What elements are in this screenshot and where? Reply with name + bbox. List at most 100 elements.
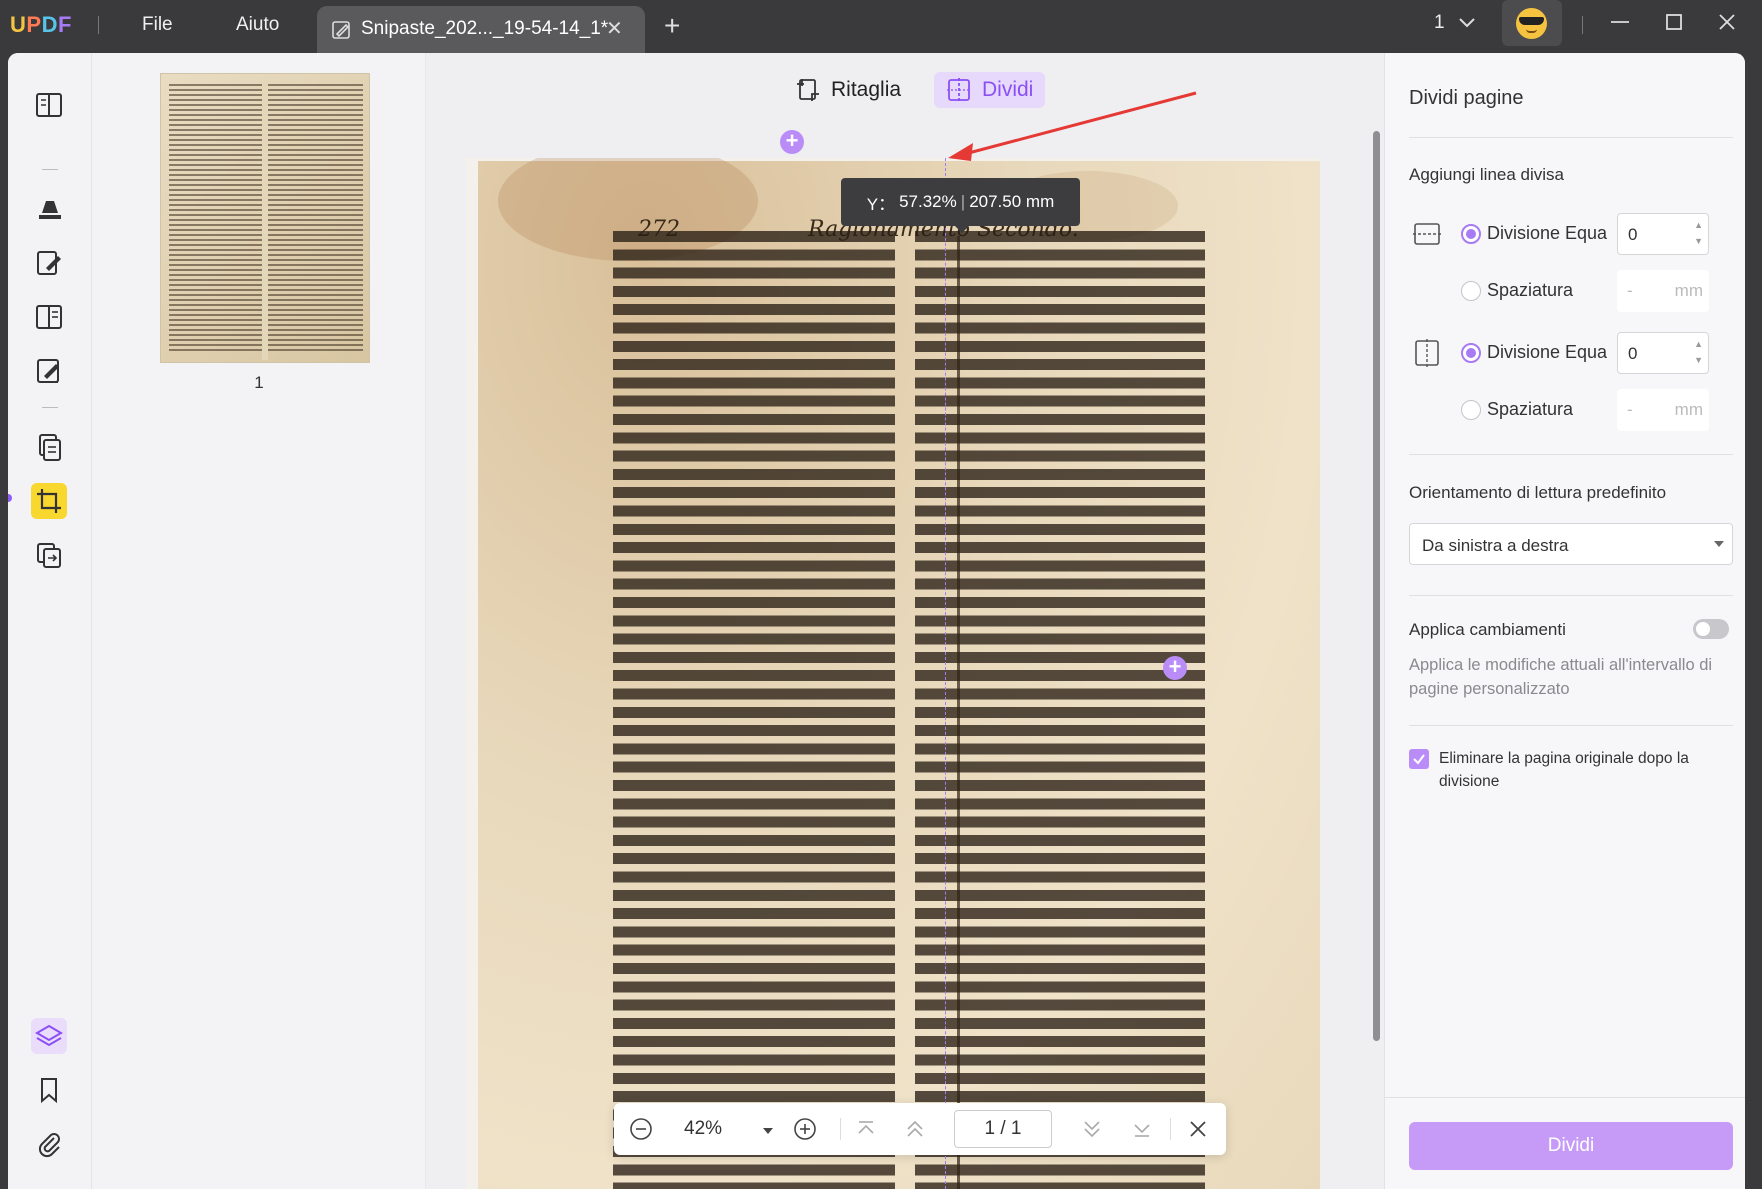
dropdown-arrow-icon (1714, 541, 1724, 547)
page-number-input[interactable]: 1 / 1 (954, 1110, 1052, 1148)
horizontal-split-icon (1412, 219, 1442, 254)
zoom-level[interactable]: 42% (684, 1118, 722, 1140)
edit-text-icon[interactable] (31, 245, 67, 281)
edit-pencil-icon (331, 19, 353, 46)
text-column-left (613, 231, 895, 1189)
page-gutter (957, 236, 960, 1189)
user-avatar-button[interactable] (1502, 0, 1562, 46)
document-viewer: Ritaglia Dividi 272 Ragionamento Secondo… (426, 53, 1384, 1189)
panel-title: Dividi pagine (1409, 87, 1524, 109)
attachment-icon[interactable] (31, 1126, 67, 1162)
zoom-dropdown-icon[interactable] (762, 1123, 774, 1141)
scanned-page-image: 272 Ragionamento Secondo. (478, 158, 1320, 1189)
split-guide-line[interactable] (945, 158, 946, 1189)
stepper-down-icon[interactable]: ▼ (1694, 236, 1703, 246)
layers-icon[interactable] (31, 1018, 67, 1054)
zoom-separator (840, 1118, 841, 1140)
vertical-spacing-unit: mm (1674, 400, 1703, 419)
reader-mode-icon[interactable] (31, 87, 67, 123)
panel-divider (1409, 725, 1733, 726)
horizontal-equal-label: Divisione Equa (1487, 223, 1608, 243)
window-page-selector[interactable]: 1 (1434, 12, 1445, 34)
bookmark-icon[interactable] (31, 1072, 67, 1108)
stepper-up-icon[interactable]: ▲ (1694, 339, 1703, 349)
active-indicator-dot (8, 494, 12, 502)
document-tab[interactable]: Snipaste_202..._19-54-14_1* ✕ (317, 6, 645, 53)
reading-orientation-select[interactable]: Da sinistra a destra (1409, 523, 1733, 565)
split-pages-panel: Dividi pagine Aggiungi linea divisa Divi… (1384, 53, 1745, 1189)
avatar (1516, 8, 1547, 39)
vertical-split-icon (1412, 338, 1442, 373)
convert-icon[interactable] (31, 537, 67, 573)
title-separator-2 (1582, 16, 1583, 34)
panel-footer: Dividi (1385, 1097, 1745, 1189)
add-vertical-line-handle[interactable]: + (1163, 656, 1187, 680)
reading-orientation-heading: Orientamento di lettura predefinito (1409, 483, 1667, 502)
split-submit-button[interactable]: Dividi (1409, 1122, 1733, 1170)
horizontal-spacing-value: - (1627, 281, 1633, 300)
zoom-in-icon[interactable] (792, 1116, 818, 1147)
previous-page-icon[interactable] (903, 1116, 927, 1147)
organize-pages-icon[interactable] (31, 429, 67, 465)
crop-pages-icon[interactable] (31, 483, 67, 519)
apply-changes-description: Applica le modifiche attuali all'interva… (1409, 656, 1713, 698)
title-separator (98, 16, 99, 34)
maximize-icon[interactable] (1662, 10, 1686, 39)
vertical-spacing-radio[interactable] (1461, 400, 1481, 420)
vertical-equal-value: 0 (1628, 344, 1638, 363)
red-annotation-arrow (948, 91, 1197, 161)
horizontal-equal-radio[interactable] (1461, 224, 1481, 244)
reading-orientation-value: Da sinistra a destra (1422, 536, 1569, 555)
main-window: 1 Ritaglia Dividi 272 Ragionamento Secon… (8, 53, 1745, 1189)
page-thumbnail[interactable] (160, 73, 370, 363)
panel-divider (1409, 137, 1733, 138)
stepper-down-icon[interactable]: ▼ (1694, 355, 1703, 365)
horizontal-spacing-unit: mm (1674, 281, 1703, 300)
menu-help[interactable]: Aiuto (236, 14, 279, 36)
last-page-icon[interactable] (1130, 1116, 1154, 1147)
document-page[interactable]: 272 Ragionamento Secondo. (466, 158, 1320, 1189)
add-line-heading: Aggiungi linea divisa (1409, 165, 1564, 184)
thumbnail-panel: 1 (92, 53, 426, 1189)
chevron-down-icon[interactable] (1458, 16, 1476, 34)
delete-original-checkbox[interactable] (1409, 749, 1429, 769)
vertical-equal-radio[interactable] (1461, 343, 1481, 363)
zoom-out-icon[interactable] (628, 1116, 654, 1147)
apply-changes-toggle[interactable] (1693, 619, 1729, 639)
horizontal-equal-input[interactable]: 0 ▲ ▼ (1617, 213, 1709, 255)
panel-divider (1409, 595, 1733, 596)
tab-close-icon[interactable]: ✕ (606, 16, 623, 41)
thumbnail-page-number: 1 (254, 373, 264, 392)
first-page-icon[interactable] (854, 1116, 878, 1147)
close-window-icon[interactable] (1715, 10, 1739, 39)
toolbar-divider (42, 407, 58, 408)
left-toolbar (8, 53, 92, 1189)
panel-divider (1409, 454, 1733, 455)
vertical-equal-input[interactable]: 0 ▲ ▼ (1617, 332, 1709, 374)
horizontal-spacing-label: Spaziatura (1487, 280, 1574, 300)
vertical-scrollbar[interactable] (1373, 131, 1380, 1041)
apply-changes-label: Applica cambiamenti (1409, 620, 1566, 639)
vertical-spacing-input[interactable]: - mm (1617, 389, 1709, 431)
sign-icon[interactable] (31, 353, 67, 389)
next-page-icon[interactable] (1080, 1116, 1104, 1147)
tab-title: Snipaste_202..._19-54-14_1* (361, 18, 609, 39)
vertical-equal-label: Divisione Equa (1487, 342, 1608, 362)
zoom-toolbar: 42% 1 / 1 (614, 1103, 1226, 1155)
vertical-spacing-value: - (1627, 400, 1633, 419)
highlighter-icon[interactable] (31, 190, 67, 226)
zoom-separator (1170, 1118, 1171, 1140)
delete-original-label: Eliminare la pagina originale dopo la di… (1439, 750, 1689, 790)
toolbar-divider (42, 169, 58, 170)
close-toolbar-icon[interactable] (1186, 1116, 1210, 1147)
form-icon[interactable] (31, 299, 67, 335)
horizontal-equal-value: 0 (1628, 225, 1638, 244)
stepper-up-icon[interactable]: ▲ (1694, 220, 1703, 230)
new-tab-icon[interactable]: + (664, 10, 680, 42)
updf-logo: UPDF (10, 12, 72, 37)
menu-file[interactable]: File (142, 14, 173, 36)
horizontal-spacing-radio[interactable] (1461, 281, 1481, 301)
checkmark-icon (1413, 754, 1425, 765)
horizontal-spacing-input[interactable]: - mm (1617, 270, 1709, 312)
minimize-icon[interactable] (1608, 10, 1632, 39)
